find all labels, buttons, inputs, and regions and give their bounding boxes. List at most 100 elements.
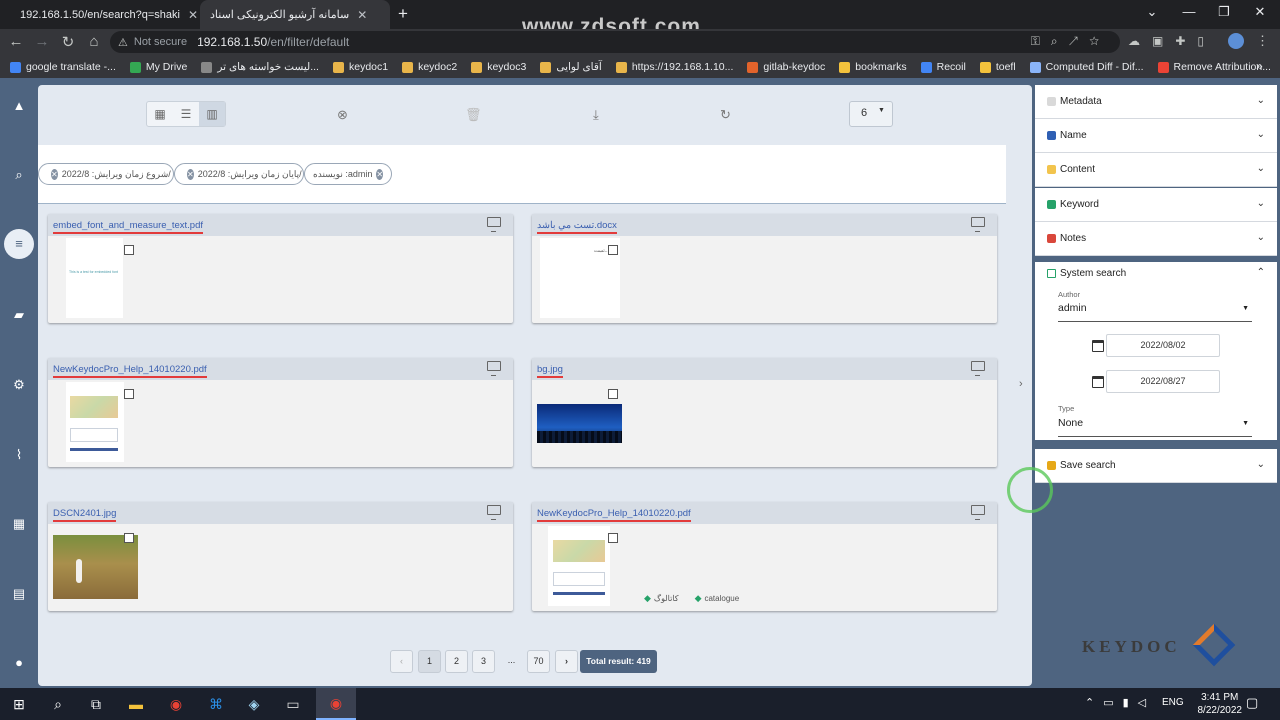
list-view-icon[interactable]: ☰ bbox=[173, 102, 199, 126]
card-title[interactable]: NewKeydocPro_Help_14010220.pdf bbox=[537, 508, 691, 522]
author-select[interactable]: admin ▼ bbox=[1058, 302, 1252, 322]
task-view-icon[interactable]: ⧉ bbox=[85, 693, 107, 715]
omnibox-actions-icon[interactable]: ⚿⌕↗☆ bbox=[1031, 34, 1110, 49]
refresh-icon[interactable]: ↻ bbox=[720, 107, 731, 123]
select-checkbox[interactable] bbox=[124, 533, 134, 543]
grid-view-icon[interactable]: ▦ bbox=[147, 102, 173, 126]
close-icon[interactable]: ✕ bbox=[188, 8, 198, 22]
tag-label[interactable]: catalogue bbox=[704, 594, 739, 603]
clock[interactable]: 3:41 PM 8/22/2022 bbox=[1198, 691, 1243, 717]
tag-label[interactable]: کاتالوگ bbox=[654, 594, 679, 603]
select-checkbox[interactable] bbox=[124, 389, 134, 399]
monitor-icon[interactable] bbox=[971, 361, 985, 376]
filter-chip-end-date[interactable]: ✕ پایان زمان ویرایش: 2022/8/ bbox=[174, 163, 304, 185]
bookmark-item[interactable]: keydoc2 bbox=[402, 61, 457, 73]
avatar[interactable] bbox=[1228, 33, 1244, 49]
result-card[interactable]: NewKeydocPro_Help_14010220.pdf bbox=[48, 358, 513, 467]
select-checkbox[interactable] bbox=[608, 245, 618, 255]
bookmark-item[interactable]: gitlab-keydoc bbox=[747, 61, 825, 73]
back-icon[interactable]: ← bbox=[6, 33, 26, 50]
chip-remove-icon[interactable]: ✕ bbox=[376, 168, 384, 180]
chevron-up-icon[interactable]: ⌃ bbox=[1257, 267, 1265, 278]
clear-filter-icon[interactable]: ⊗ bbox=[337, 107, 348, 123]
filter-chip-author[interactable]: نویسنده :admin ✕ bbox=[304, 163, 392, 185]
result-card[interactable]: embed_font_and_measure_text.pdf This is … bbox=[48, 214, 513, 323]
home-icon[interactable]: ⌂ bbox=[84, 33, 104, 50]
card-title[interactable]: DSCN2401.jpg bbox=[53, 508, 117, 522]
bookmark-item[interactable]: Recoil bbox=[920, 61, 966, 73]
folder-icon[interactable]: ▰ bbox=[9, 305, 29, 325]
section-label[interactable]: Content bbox=[1060, 164, 1095, 175]
select-checkbox[interactable] bbox=[608, 389, 618, 399]
bookmark-item[interactable]: آقای لوایی bbox=[540, 61, 602, 73]
vscode-icon[interactable]: ⌘ bbox=[205, 693, 227, 715]
notifications-icon[interactable]: ▢ bbox=[1246, 695, 1258, 711]
card-title[interactable]: bg.jpg bbox=[537, 364, 563, 378]
bookmark-item[interactable]: keydoc1 bbox=[332, 61, 388, 73]
bookmark-item[interactable]: My Drive bbox=[129, 61, 187, 73]
file-explorer-icon[interactable]: ▬ bbox=[125, 693, 147, 715]
monitor-icon[interactable] bbox=[487, 505, 501, 520]
extensions-icon[interactable]: ☁▣✚▯ bbox=[1128, 34, 1216, 48]
reload-icon[interactable]: ↻ bbox=[58, 33, 78, 51]
bookmark-item[interactable]: Remove Attribution... bbox=[1157, 61, 1271, 73]
document-thumbnail[interactable] bbox=[66, 382, 124, 462]
search-icon[interactable]: ⌕ bbox=[9, 165, 29, 185]
filter-chip-start-date[interactable]: ✕ شروع زمان ویرایش: 2022/8/ bbox=[38, 163, 174, 185]
panel-section-metadata[interactable]: Metadata ⌄ bbox=[1035, 85, 1277, 119]
monitor-icon[interactable] bbox=[971, 505, 985, 520]
image-thumbnail[interactable] bbox=[537, 404, 622, 443]
bookmark-item[interactable]: bookmarks bbox=[839, 61, 907, 73]
section-label[interactable]: Name bbox=[1060, 130, 1087, 141]
monitor-icon[interactable] bbox=[487, 361, 501, 376]
menu-icon[interactable]: ⋮ bbox=[1256, 33, 1269, 49]
chevron-down-icon[interactable]: ⌄ bbox=[1257, 129, 1265, 140]
minimize-icon[interactable]: — bbox=[1174, 4, 1204, 19]
monitor-icon[interactable] bbox=[971, 217, 985, 232]
language-indicator[interactable]: ENG bbox=[1162, 697, 1184, 708]
calendar-icon[interactable] bbox=[1092, 376, 1104, 388]
page-button[interactable]: 1 bbox=[418, 650, 441, 673]
address-bar[interactable]: ⚠ Not secure 192.168.1.50/en/filter/defa… bbox=[110, 31, 1120, 53]
bookmark-item[interactable]: https://192.168.1.10... bbox=[615, 61, 733, 73]
chevron-down-icon[interactable]: ⌄ bbox=[1257, 232, 1265, 243]
prev-page-button[interactable]: ‹ bbox=[390, 650, 413, 673]
terminal-icon[interactable]: ▭ bbox=[282, 693, 304, 715]
card-view-icon[interactable]: ▥ bbox=[199, 102, 225, 126]
panel-section-notes[interactable]: Notes ⌄ bbox=[1035, 222, 1277, 256]
section-label[interactable]: Notes bbox=[1060, 233, 1086, 244]
new-tab-button[interactable]: + bbox=[398, 4, 408, 24]
section-label[interactable]: System search bbox=[1060, 268, 1126, 279]
user-icon[interactable]: ● bbox=[9, 653, 29, 673]
chevron-down-icon[interactable]: ⌄ bbox=[1257, 459, 1265, 470]
date-to-input[interactable]: 2022/08/27 bbox=[1106, 370, 1220, 393]
document-thumbnail[interactable]: This is a test for embedded font bbox=[66, 238, 123, 318]
maximize-icon[interactable]: ❐ bbox=[1209, 4, 1239, 20]
chrome-icon[interactable]: ◉ bbox=[165, 693, 187, 715]
section-label[interactable]: Keyword bbox=[1060, 199, 1099, 210]
result-card[interactable]: DSCN2401.jpg bbox=[48, 502, 513, 611]
bookmark-item[interactable]: google translate -... bbox=[10, 61, 116, 73]
gear-icon[interactable]: ⚙ bbox=[9, 375, 29, 395]
panel-section-keyword[interactable]: Keyword ⌄ bbox=[1035, 188, 1277, 222]
close-window-icon[interactable]: ✕ bbox=[1245, 4, 1275, 20]
monitor-icon[interactable] bbox=[487, 217, 501, 232]
select-checkbox[interactable] bbox=[608, 533, 618, 543]
type-select[interactable]: None ▼ bbox=[1058, 417, 1252, 437]
bookmark-item[interactable]: Computed Diff - Dif... bbox=[1029, 61, 1144, 73]
filter-icon[interactable]: ≡ bbox=[4, 229, 34, 259]
panel-section-content[interactable]: Content ⌄ bbox=[1035, 153, 1277, 187]
image-thumbnail[interactable] bbox=[53, 535, 138, 599]
forward-icon[interactable]: → bbox=[32, 33, 52, 50]
logo-icon[interactable]: ▲ bbox=[9, 96, 29, 116]
result-card[interactable]: bg.jpg bbox=[532, 358, 997, 467]
chevron-down-icon[interactable]: ⌄ bbox=[1257, 95, 1265, 106]
calendar-icon[interactable] bbox=[1092, 340, 1104, 352]
card-title[interactable]: NewKeydocPro_Help_14010220.pdf bbox=[53, 364, 207, 378]
panel-collapse-icon[interactable]: › bbox=[1019, 378, 1023, 390]
chip-remove-icon[interactable]: ✕ bbox=[51, 168, 58, 180]
download-icon[interactable]: ⤓ bbox=[593, 107, 599, 123]
document-thumbnail[interactable] bbox=[548, 526, 610, 606]
card-title[interactable]: embed_font_and_measure_text.pdf bbox=[53, 220, 203, 234]
date-from-input[interactable]: 2022/08/02 bbox=[1106, 334, 1220, 357]
